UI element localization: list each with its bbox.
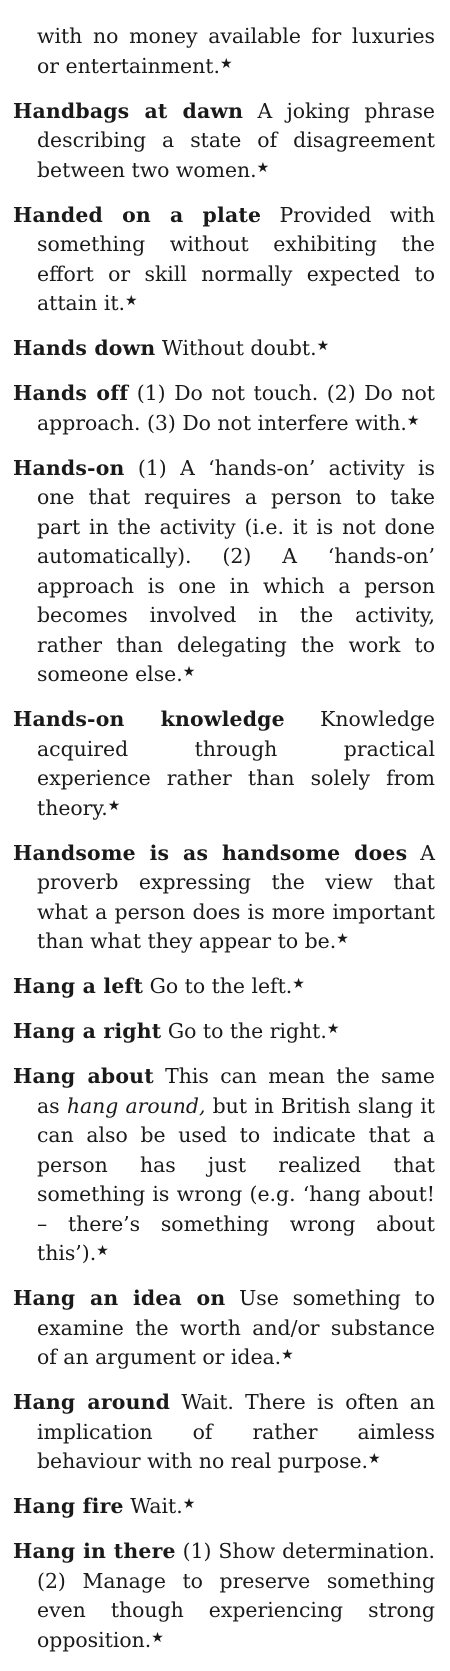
entry-headword: Handsome is as handsome does xyxy=(13,840,408,865)
entry-definition: Wait. xyxy=(130,1494,183,1518)
dictionary-column: with no money available for luxuries or … xyxy=(13,22,435,1671)
dictionary-entry: Handbags at dawn A joking phrase describ… xyxy=(13,97,435,186)
star-icon: ★ xyxy=(125,293,138,309)
dictionary-entry: Hands-on (1) A ‘hands-on’ activity is on… xyxy=(13,454,435,690)
entry-headword: Handed on a plate xyxy=(13,202,262,227)
entry-definition: Without doubt. xyxy=(161,336,317,360)
star-icon: ★ xyxy=(182,1496,196,1512)
entry-headword: Hang around xyxy=(13,1390,171,1414)
star-icon: ★ xyxy=(368,1451,381,1467)
entry-headword: Hang an idea on xyxy=(13,1286,226,1310)
star-icon: ★ xyxy=(292,976,305,992)
dictionary-entry: Hang a left Go to the left.★ xyxy=(13,972,435,1002)
star-icon: ★ xyxy=(256,159,270,176)
entry-headword: Hang a left xyxy=(13,974,144,998)
star-icon: ★ xyxy=(219,55,233,72)
star-icon: ★ xyxy=(96,1243,109,1259)
entry-definition: but in British slang it can also be used… xyxy=(37,1093,435,1266)
entry-definition: (1) A ‘hands-on’ activity is one that re… xyxy=(37,455,435,687)
dictionary-page: { "entries": [ {"continuation": true, "h… xyxy=(0,0,450,1652)
dictionary-entry: Hang about This can mean the same as han… xyxy=(13,1062,435,1269)
entry-headword: Hands-on xyxy=(13,455,125,480)
star-icon: ★ xyxy=(336,931,349,947)
entry-headword: Handbags at dawn xyxy=(13,98,244,123)
star-icon: ★ xyxy=(316,338,330,354)
dictionary-entry: Hands off (1) Do not touch. (2) Do not a… xyxy=(13,379,435,438)
entry-headword: Hang in there xyxy=(13,1539,176,1563)
entry-definition: Go to the right. xyxy=(167,1019,327,1043)
entry-headword: Hang about xyxy=(13,1064,154,1088)
entry-headword: Hang fire xyxy=(13,1494,124,1518)
star-icon: ★ xyxy=(182,664,196,680)
star-icon: ★ xyxy=(107,797,121,814)
entry-definition: with no money available for luxuries or … xyxy=(37,24,435,78)
dictionary-entry: Hang an idea on Use something to examine… xyxy=(13,1284,435,1373)
dictionary-entry: with no money available for luxuries or … xyxy=(13,22,435,81)
dictionary-entry: Hang a right Go to the right.★ xyxy=(13,1017,435,1047)
entry-headword: Hang a right xyxy=(13,1019,162,1043)
entry-headword: Hands-on knowledge xyxy=(13,707,285,731)
star-icon: ★ xyxy=(281,1347,294,1363)
entry-headword: Hands down xyxy=(13,336,156,360)
dictionary-entry: Handsome is as handsome does A proverb e… xyxy=(13,839,435,957)
entry-definition: Go to the left. xyxy=(149,974,293,998)
star-icon: ★ xyxy=(151,1629,164,1646)
star-icon: ★ xyxy=(326,1021,340,1037)
cross-reference: hang around, xyxy=(66,1093,206,1118)
dictionary-entry: Hands-on knowledge Knowledge acqu­ired t… xyxy=(13,705,435,823)
dictionary-entry: Hang around Wait. There is often an impl… xyxy=(13,1388,435,1477)
dictionary-entry: Hang in there (1) Show determination. (2… xyxy=(13,1537,435,1655)
star-icon: ★ xyxy=(406,412,420,429)
entry-headword: Hands off xyxy=(13,381,129,405)
dictionary-entry: Hands down Without doubt.★ xyxy=(13,334,435,364)
dictionary-entry: Hang fire Wait.★ xyxy=(13,1492,435,1522)
dictionary-entry: Handed on a plate Provided with some­thi… xyxy=(13,201,435,319)
